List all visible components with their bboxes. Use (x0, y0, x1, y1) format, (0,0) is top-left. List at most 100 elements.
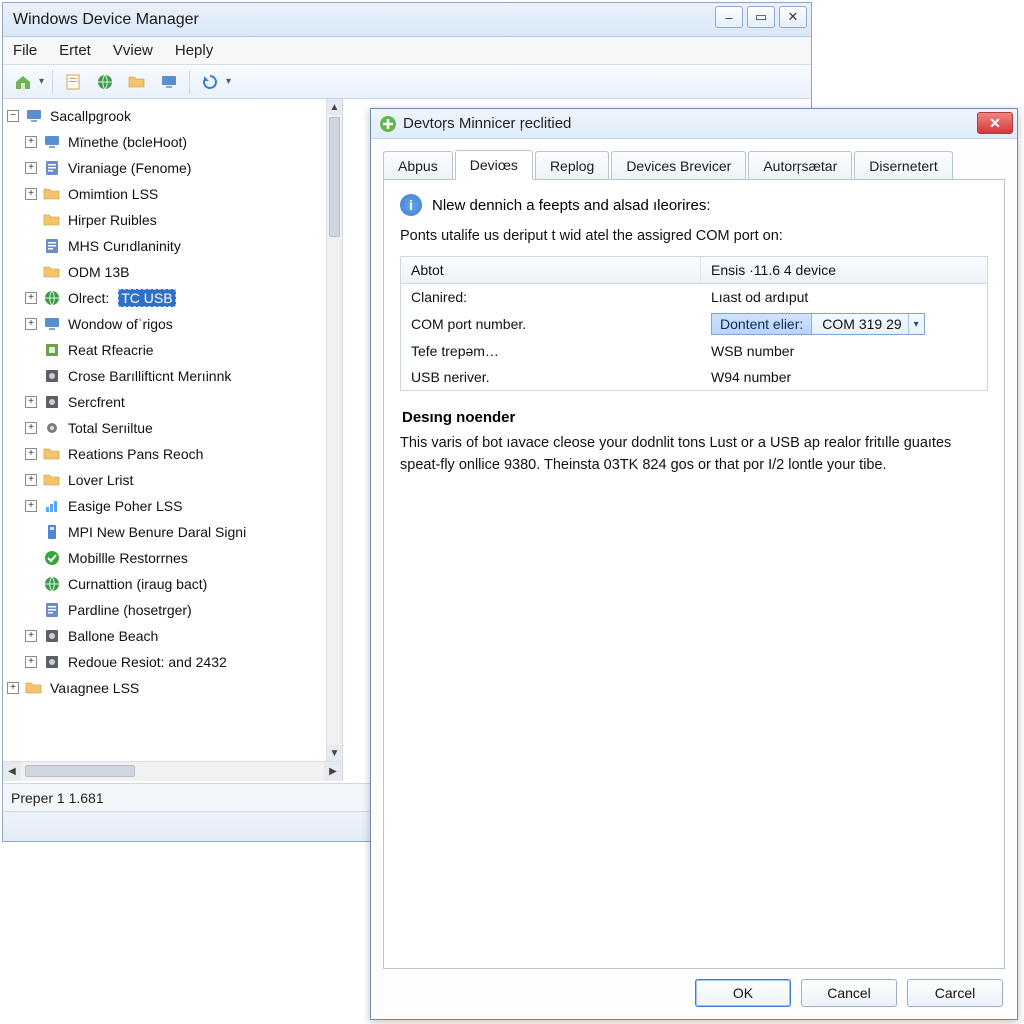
scroll-thumb-v[interactable] (329, 117, 340, 237)
menu-help[interactable]: Heply (175, 42, 213, 59)
expander-icon[interactable]: + (25, 630, 37, 642)
expander-icon[interactable]: + (25, 422, 37, 434)
menubar: File Ertet Vview Heply (3, 37, 811, 65)
expander-icon[interactable]: + (25, 396, 37, 408)
tree-item[interactable]: +Viraniage (Fenome) (7, 155, 342, 181)
toolbar-refresh-dropdown[interactable]: ▾ (226, 76, 231, 87)
tree-item-label: Reations Pans Reoch (65, 445, 206, 463)
menu-view[interactable]: Vview (113, 42, 153, 59)
tree-item[interactable]: ODM 13B (7, 259, 342, 285)
tree-item-label: Olrect: (65, 289, 112, 307)
prop-row: Tefe trepəm… WSB number (401, 338, 987, 364)
check-icon (43, 549, 61, 567)
toolbar-doc-icon[interactable] (61, 70, 85, 94)
com-port-combobox[interactable]: Dontent elier: COM 319 29 ▾ (711, 313, 925, 335)
scroll-right-arrow[interactable]: ▶ (324, 762, 342, 781)
vertical-scrollbar[interactable]: ▲ ▼ (326, 99, 342, 761)
scroll-thumb-h[interactable] (25, 765, 135, 777)
expander-icon[interactable]: + (7, 682, 19, 694)
tab-autor[interactable]: Autorŗsætar (748, 151, 852, 180)
dialog-titlebar[interactable]: Devtoŗs Minnicer ŗeclitied ✕ (371, 109, 1017, 139)
tree-item-label: Ballone Beach (65, 627, 161, 645)
horizontal-scrollbar[interactable]: ◀ ▶ (3, 761, 342, 781)
toolbar-monitor-icon[interactable] (157, 70, 181, 94)
tree-item[interactable]: Mobillle Restorrnes (7, 545, 342, 571)
expander-icon[interactable]: + (25, 656, 37, 668)
expander-icon[interactable]: + (25, 500, 37, 512)
expander-icon[interactable]: + (25, 292, 37, 304)
column-header-left[interactable]: Abtot (401, 257, 701, 283)
panel-caption: Ponts utalife us deriput t wid atel the … (400, 228, 988, 244)
tree-item-label: Pardline (hosetrger) (65, 601, 195, 619)
tab-replog[interactable]: Replog (535, 151, 609, 180)
toolbar-folder-icon[interactable] (125, 70, 149, 94)
chip-icon (43, 341, 61, 359)
scroll-down-arrow[interactable]: ▼ (327, 745, 342, 761)
ok-button[interactable]: OK (695, 979, 791, 1007)
expander-icon[interactable]: + (25, 474, 37, 486)
tab-disern[interactable]: Disernetert (854, 151, 952, 180)
tree-item[interactable]: MPI New Benure Daral Signi (7, 519, 342, 545)
toolbar-refresh-icon[interactable] (198, 70, 222, 94)
dialog-close-button[interactable]: ✕ (977, 112, 1013, 134)
globe-icon (43, 575, 61, 593)
expander-icon[interactable]: + (25, 188, 37, 200)
tab-brevicer[interactable]: Devices Brevicer (611, 151, 746, 180)
expander-icon[interactable]: + (25, 318, 37, 330)
titlebar[interactable]: Windows Device Manager – ▭ ✕ (3, 3, 811, 37)
tree-item[interactable]: + Lover Lrist (7, 467, 342, 493)
tree-item-selected[interactable]: +Olrect:TC USB (7, 285, 342, 311)
description-text: This varis of bot ıavace cleose your dod… (400, 432, 988, 477)
expander-icon[interactable]: − (7, 110, 19, 122)
expander-icon[interactable]: + (25, 448, 37, 460)
column-header-right[interactable]: Ensis ·11.6 4 device (701, 257, 987, 283)
tree-item[interactable]: −Sacallpgrook (7, 103, 342, 129)
gear-icon (43, 419, 61, 437)
tree-item[interactable]: +Wondow ofˈrigos (7, 311, 342, 337)
close-button[interactable]: ✕ (779, 6, 807, 28)
tree-item[interactable]: + Reations Pans Reoch (7, 441, 342, 467)
expander-icon[interactable]: + (25, 136, 37, 148)
tree-item[interactable]: +Mïnethe (bcleHoot) (7, 129, 342, 155)
note-icon (43, 601, 61, 619)
tree-item[interactable]: Curnattion (iraug bact) (7, 571, 342, 597)
panel-heading: Nlew dennich a feepts and alsad ıleorire… (432, 197, 711, 214)
tree-item[interactable]: +Easige Poher LSS (7, 493, 342, 519)
tree-item[interactable]: +Sercfrent (7, 389, 342, 415)
tree-item-label: MPI New Benure Daral Signi (65, 523, 249, 541)
tab-devices[interactable]: Deviœs (455, 150, 533, 180)
menu-file[interactable]: File (13, 42, 37, 59)
cancel-button[interactable]: Cancel (801, 979, 897, 1007)
scroll-left-arrow[interactable]: ◀ (3, 762, 21, 781)
folder-icon (25, 679, 43, 697)
scroll-up-arrow[interactable]: ▲ (327, 99, 342, 115)
tree-item-label: MHS Curıdlaninity (65, 237, 184, 255)
expander-icon[interactable]: + (25, 162, 37, 174)
properties-dialog: Devtoŗs Minnicer ŗeclitied ✕ Abpus Deviœ… (370, 108, 1018, 1020)
toolbar-home-dropdown[interactable]: ▾ (39, 76, 44, 87)
tree-item[interactable]: Crose Barıllifticnt Merıinnk (7, 363, 342, 389)
tree-item[interactable]: Reat Rfeacrie (7, 337, 342, 363)
tree-item-label: Mobillle Restorrnes (65, 549, 191, 567)
prop-row-com-port: COM port number. Dontent elier: COM 319 … (401, 310, 987, 338)
menu-edit[interactable]: Ertet (59, 42, 91, 59)
tree-item-label: Lover Lrist (65, 471, 136, 489)
signal-icon (43, 497, 61, 515)
toolbar-home-icon[interactable] (11, 70, 35, 94)
toolbar-globe-icon[interactable] (93, 70, 117, 94)
cancel-button-2[interactable]: Carcel (907, 979, 1003, 1007)
tree-item[interactable]: Pardline (hosetrger) (7, 597, 342, 623)
tree-item[interactable]: +Redoue Resiot: and 2432 (7, 649, 342, 675)
tab-panel: i Nlew dennich a feepts and alsad ıleori… (383, 179, 1005, 969)
tree-item[interactable]: Hirper Ruibles (7, 207, 342, 233)
minimize-button[interactable]: – (715, 6, 743, 28)
disk-icon (43, 653, 61, 671)
tree-item[interactable]: +Vaıagnee LSS (7, 675, 342, 701)
maximize-button[interactable]: ▭ (747, 6, 775, 28)
tree-item[interactable]: +Omimtion LSS (7, 181, 342, 207)
tree-item[interactable]: MHS Curıdlaninity (7, 233, 342, 259)
device-tree[interactable]: −Sacallpgrook+Mïnethe (bcleHoot)+Virania… (3, 99, 342, 761)
tab-abpus[interactable]: Abpus (383, 151, 453, 180)
tree-item[interactable]: + Ballone Beach (7, 623, 342, 649)
tree-item[interactable]: +Total Serıiltue (7, 415, 342, 441)
